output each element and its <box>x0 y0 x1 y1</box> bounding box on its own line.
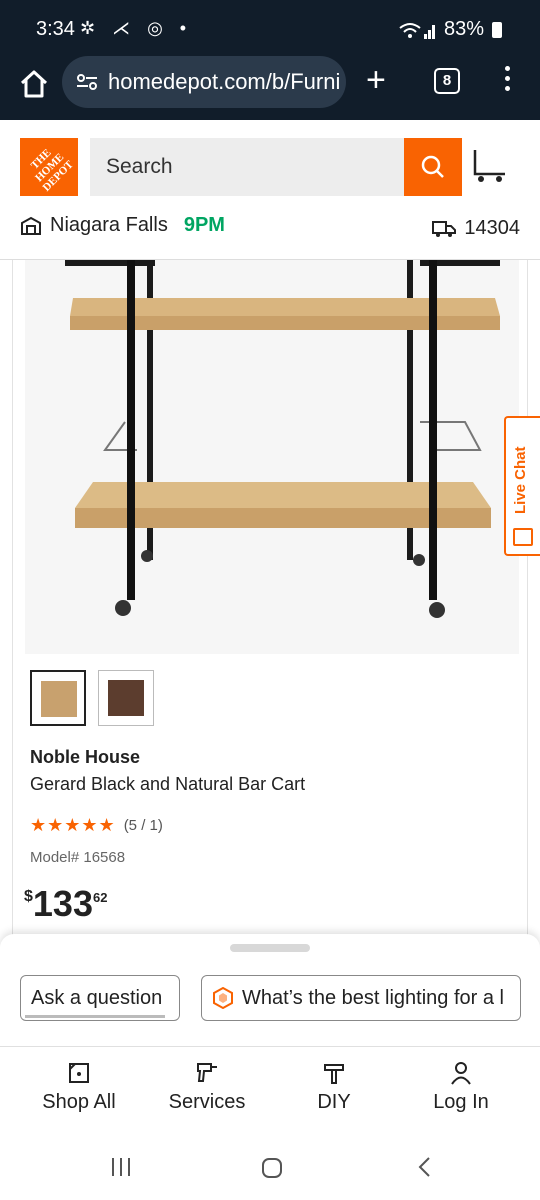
suggested-question-text: What’s the best lighting for a l <box>242 987 504 1009</box>
recents-icon[interactable] <box>110 1156 132 1178</box>
live-chat-label: Live Chat <box>512 446 529 514</box>
logo-text: THE HOME DEPOT <box>28 146 76 194</box>
search-input[interactable]: Search <box>90 138 404 196</box>
nav-services[interactable]: Services <box>147 1061 267 1114</box>
site-settings-icon[interactable] <box>76 73 98 91</box>
status-time: 3:34 <box>36 18 75 40</box>
product-brand[interactable]: Noble House <box>30 747 140 768</box>
battery-percent: 83% <box>443 18 484 40</box>
delivery-zip[interactable]: 14304 <box>432 217 520 240</box>
swatch-natural-color <box>41 681 77 717</box>
star-rating-icon: ★★★★★ <box>30 815 116 835</box>
battery-icon <box>492 21 502 38</box>
home-depot-logo[interactable]: THE HOME DEPOT <box>20 138 78 196</box>
tab-switcher-button[interactable]: 8 <box>434 68 460 94</box>
chat-icon <box>513 528 533 546</box>
product-price: $ 133 62 <box>24 884 107 924</box>
home-icon[interactable] <box>18 68 50 100</box>
product-title[interactable]: Gerard Black and Natural Bar Cart <box>30 774 305 795</box>
product-card[interactable]: Noble House Gerard Black and Natural Bar… <box>12 260 528 950</box>
live-chat-button[interactable]: Live Chat <box>504 416 540 556</box>
status-right: 83% <box>398 18 502 41</box>
home-button-icon[interactable] <box>260 1156 284 1180</box>
search-icon <box>421 155 444 178</box>
sheet-drag-handle[interactable] <box>230 944 310 952</box>
ask-sheet: Ask a question What’s the best lighting … <box>0 934 540 1046</box>
rating-count: (5 / 1) <box>123 817 163 834</box>
ai-hexagon-icon <box>213 987 233 1009</box>
truck-icon <box>432 220 457 237</box>
store-icon <box>21 216 41 235</box>
browser-menu-icon[interactable] <box>500 66 514 96</box>
nav-log-in[interactable]: Log In <box>401 1061 521 1114</box>
price-cents: 62 <box>92 890 108 905</box>
nav-shop-all[interactable]: Shop All <box>19 1061 139 1114</box>
nav-label-log-in: Log In <box>433 1091 489 1113</box>
nav-label-diy: DIY <box>317 1091 351 1113</box>
store-selector[interactable]: Niagara Falls 9PM <box>20 214 225 237</box>
address-bar[interactable]: homedepot.com/b/Furni <box>62 56 346 108</box>
hammer-icon <box>324 1064 344 1084</box>
nav-label-services: Services <box>168 1091 246 1113</box>
cart-icon[interactable] <box>472 148 508 184</box>
swatch-brown-color <box>108 680 144 716</box>
store-hours: 9PM <box>183 214 225 236</box>
swatch-brown[interactable] <box>98 670 154 726</box>
product-rating[interactable]: ★★★★★ (5 / 1) <box>30 815 163 836</box>
wifi-icon <box>399 22 435 39</box>
nav-label-shop-all: Shop All <box>42 1091 116 1113</box>
system-nav-bar <box>0 1128 540 1200</box>
product-image[interactable] <box>25 260 519 654</box>
suggested-question-chip[interactable]: What’s the best lighting for a l <box>201 975 521 1021</box>
swatch-natural[interactable] <box>30 670 86 726</box>
drill-icon <box>197 1063 217 1082</box>
bar-cart-illustration <box>65 260 500 618</box>
tag-icon <box>69 1063 89 1083</box>
nav-diy[interactable]: DIY <box>274 1061 394 1114</box>
price-dollars: 133 <box>32 883 93 924</box>
url-text: homedepot.com/b/Furni <box>108 69 341 94</box>
browser-toolbar: homedepot.com/b/Furni + 8 <box>0 56 540 120</box>
notification-icons: ✲ ⋌ ◎ • <box>80 18 193 38</box>
price-currency: $ <box>24 888 33 905</box>
ask-question-chip[interactable]: Ask a question <box>20 975 180 1021</box>
store-name: Niagara Falls <box>50 214 168 236</box>
model-number: Model# 16568 <box>30 849 126 866</box>
user-icon <box>451 1062 471 1085</box>
site-header: THE HOME DEPOT Search Niagara Falls 9PM … <box>0 120 540 260</box>
search-button[interactable] <box>404 138 462 196</box>
new-tab-icon[interactable]: + <box>366 60 386 100</box>
zip-code: 14304 <box>464 217 520 239</box>
status-bar: 3:34 ✲ ⋌ ◎ • 83% <box>0 0 540 56</box>
bottom-nav: Shop All Services DIY Log In <box>0 1046 540 1128</box>
back-icon[interactable] <box>414 1156 436 1178</box>
